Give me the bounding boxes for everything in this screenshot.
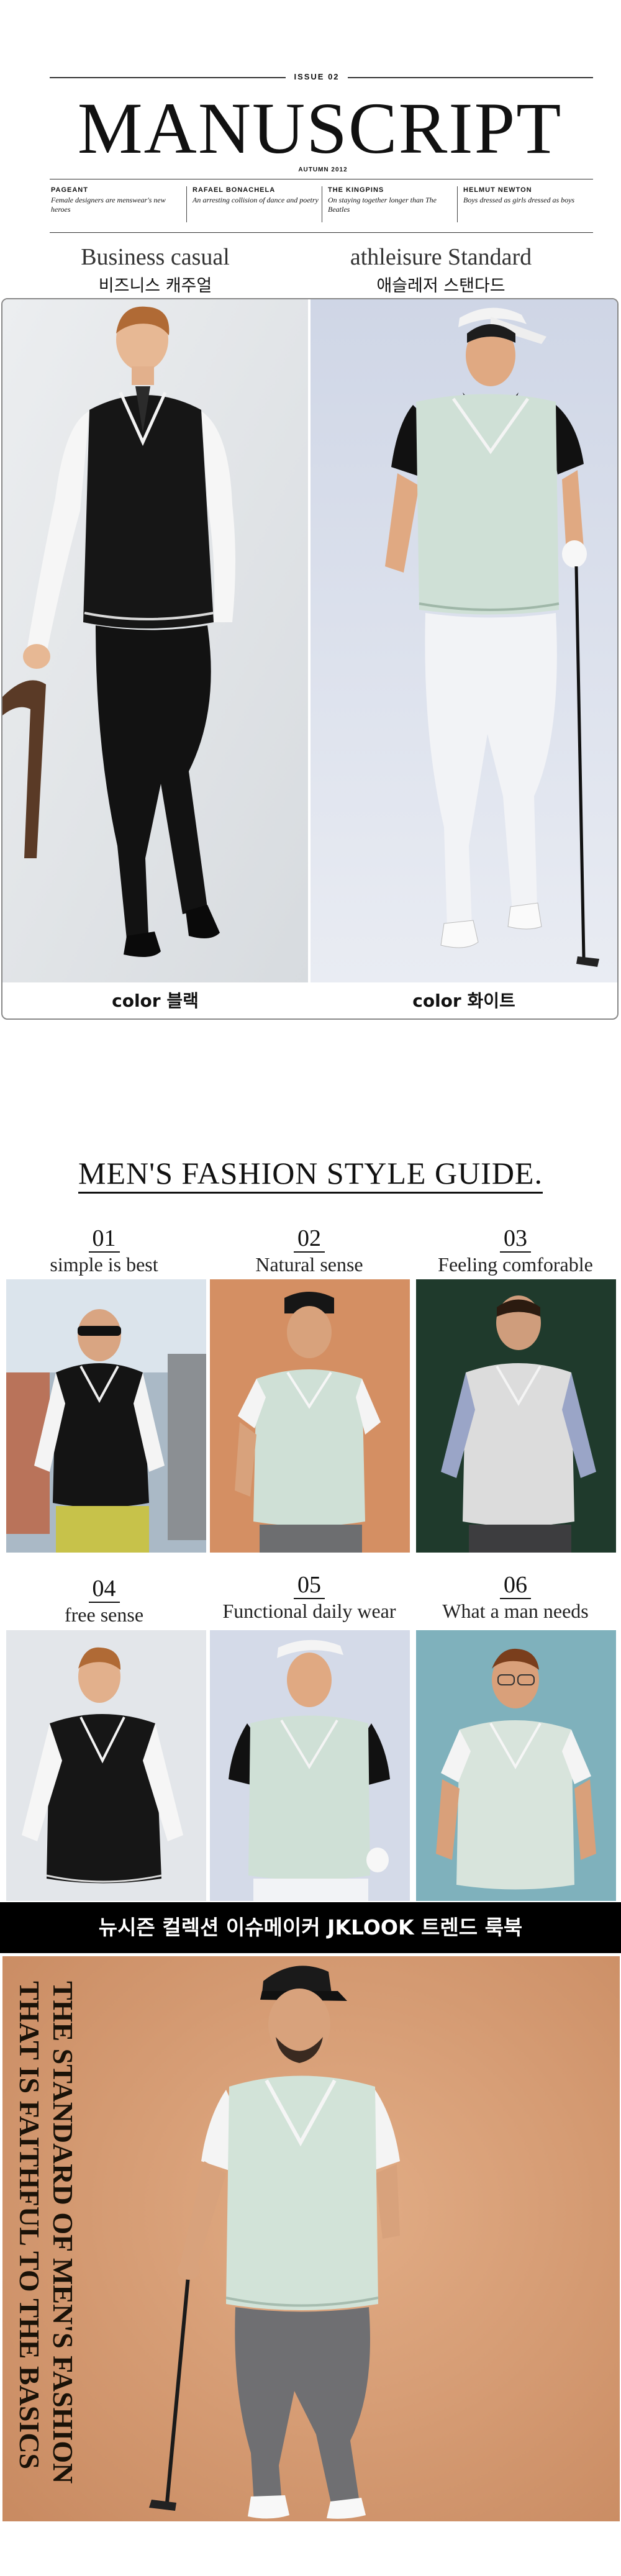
column-divider [457,186,458,222]
number-text: 05 [294,1572,325,1599]
column-divider [186,186,187,222]
column-subtitle: Boys dressed as girls dressed as boys [463,196,575,204]
guide-caption-03: Feeling comforable [438,1253,593,1276]
hero-left-korean: 비즈니스 캐주얼 [98,276,212,296]
number-text: 02 [294,1225,325,1253]
hero-photo-mint-vest[interactable] [310,299,617,982]
hero-right-color-label: color 화이트 [412,991,515,1011]
final-vertical-text: THE STANDARD OF MEN'S FASHION THAT IS FA… [2,1956,89,2521]
column-heading: HELMUT NEWTON [463,186,532,194]
guide-number-03: 03 [416,1225,615,1253]
masthead-rule-left [50,77,286,78]
number-text: 01 [88,1225,120,1253]
hero-photo-black-vest[interactable] [2,299,308,982]
guide-caption-05: Functional daily wear [222,1600,396,1622]
guide-number-04: 04 [6,1575,202,1603]
guide-number-02: 02 [210,1225,409,1253]
collection-banner: 뉴시즌 컬렉션 이슈메이커 JKLOOK 트렌드 룩북 [0,1902,621,1953]
masthead-column-4: HELMUT NEWTON Boys dressed as girls dres… [463,186,594,205]
masthead-column-1: PAGEANT Female designers are menswear's … [51,186,181,214]
guide-photo-02[interactable] [210,1279,410,1553]
guide-photo-06[interactable] [416,1630,616,1901]
season-label: AUTUMN 2012 [298,166,348,173]
column-subtitle: On staying together longer than The Beat… [328,196,437,214]
guide-photo-05[interactable] [210,1630,410,1901]
masthead-column-3: THE KINGPINS On staying together longer … [328,186,458,214]
guide-title: MEN'S FASHION STYLE GUIDE. [0,1155,621,1194]
column-heading: THE KINGPINS [328,186,384,194]
hero-right-title: athleisure Standard [350,244,532,270]
final-text-line-1: THE STANDARD OF MEN'S FASHION [47,1981,79,2484]
guide-caption-06: What a man needs [442,1600,589,1622]
masthead-title: MANUSCRIPT [77,88,563,169]
final-text-line-2: THAT IS FAITHFUL TO THE BASICS [14,1981,45,2470]
guide-photo-03[interactable] [416,1279,616,1553]
number-text: 04 [88,1576,120,1603]
column-subtitle: Female designers are menswear's new hero… [51,196,166,214]
guide-caption-02: Natural sense [255,1253,363,1276]
hero-divider [308,299,310,982]
final-photo[interactable]: THE STANDARD OF MEN'S FASHION THAT IS FA… [2,1956,620,2521]
number-text: 03 [500,1225,531,1253]
guide-number-05: 05 [210,1571,409,1599]
hero-right-korean: 애슬레저 스탠다드 [376,276,505,296]
guide-title-text: MEN'S FASHION STYLE GUIDE. [78,1156,543,1194]
guide-caption-04: free sense [64,1603,144,1626]
guide-caption-01: simple is best [50,1253,158,1276]
masthead-column-2: RAFAEL BONACHELA An arresting collision … [193,186,323,205]
hero-left-color-label: color 블랙 [112,991,199,1011]
column-heading: RAFAEL BONACHELA [193,186,276,194]
column-subtitle: An arresting collision of dance and poet… [193,196,319,204]
hero-frame: color 블랙 color 화이트 [1,298,619,1020]
number-text: 06 [500,1572,531,1599]
guide-photo-01[interactable] [6,1279,206,1553]
masthead-rule-end [50,232,593,233]
masthead-rule-right [348,77,593,78]
column-heading: PAGEANT [51,186,88,194]
issue-label: ISSUE 02 [294,72,340,81]
hero-left-title: Business casual [81,244,230,270]
guide-number-01: 01 [6,1225,202,1253]
guide-photo-04[interactable] [6,1630,206,1901]
guide-number-06: 06 [416,1571,615,1599]
